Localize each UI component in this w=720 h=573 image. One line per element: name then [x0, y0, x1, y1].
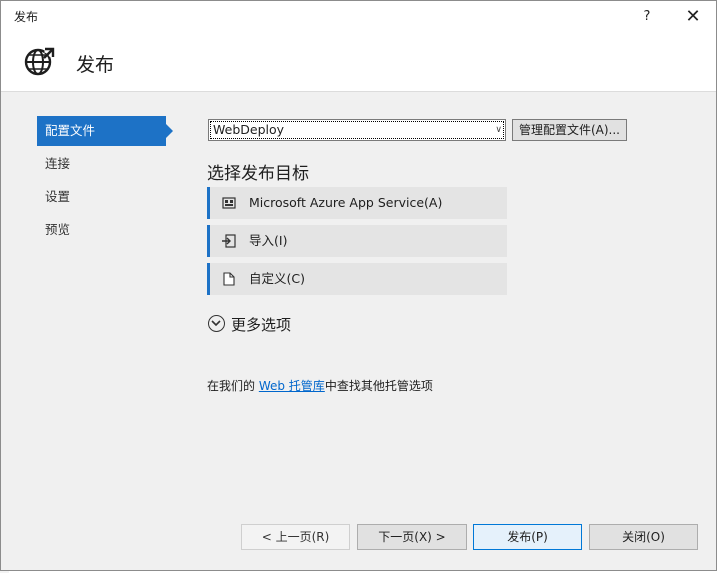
file-icon [223, 272, 235, 286]
header-title: 发布 [76, 54, 115, 76]
more-options-label: 更多选项 [231, 316, 292, 334]
hosting-gallery-text: 在我们的 Web 托管库中查找其他托管选项 [207, 377, 433, 394]
close-button[interactable]: 关闭(O) [589, 524, 698, 550]
profile-select[interactable]: WebDeploy ∨ [208, 119, 506, 141]
publish-dialog: 发布 ? ✕ 发布 配置文件 连接 设置 预览 WebDeploy ∨ 管理配置… [0, 0, 717, 571]
target-label: 自定义(C) [249, 271, 305, 286]
publish-button[interactable]: 发布(P) [473, 524, 582, 550]
more-options-toggle[interactable]: 更多选项 [208, 314, 291, 336]
target-azure-app-service[interactable]: Microsoft Azure App Service(A) [207, 187, 507, 219]
import-icon [222, 234, 236, 248]
profile-select-value: WebDeploy [213, 122, 285, 137]
target-custom[interactable]: 自定义(C) [207, 263, 507, 295]
window-title: 发布 [14, 10, 39, 24]
chevron-down-circle-icon [208, 315, 225, 332]
target-label: Microsoft Azure App Service(A) [249, 195, 443, 210]
hosting-suffix: 中查找其他托管选项 [324, 379, 433, 393]
web-hosting-gallery-link[interactable]: Web 托管库 [259, 379, 325, 393]
nav-item-settings[interactable]: 设置 [37, 182, 166, 212]
target-import[interactable]: 导入(I) [207, 225, 507, 257]
wizard-nav: 配置文件 连接 设置 预览 [37, 116, 177, 248]
nav-item-profile[interactable]: 配置文件 [37, 116, 173, 146]
previous-button[interactable]: < 上一页(R) [241, 524, 350, 550]
next-button[interactable]: 下一页(X) > [357, 524, 467, 550]
globe-publish-icon [24, 47, 55, 76]
target-label: 导入(I) [249, 233, 288, 248]
dialog-header: 发布 [1, 33, 716, 92]
nav-item-preview[interactable]: 预览 [37, 215, 166, 245]
nav-item-connection[interactable]: 连接 [37, 149, 166, 179]
azure-app-service-icon [222, 197, 236, 209]
help-button[interactable]: ? [624, 1, 670, 33]
title-bar[interactable]: 发布 ? ✕ [1, 1, 716, 33]
close-window-button[interactable]: ✕ [670, 1, 716, 33]
hosting-prefix: 在我们的 [207, 379, 259, 393]
manage-profiles-button[interactable]: 管理配置文件(A)... [512, 119, 627, 141]
chevron-down-icon: ∨ [495, 125, 502, 135]
publish-target-heading: 选择发布目标 [207, 164, 309, 184]
